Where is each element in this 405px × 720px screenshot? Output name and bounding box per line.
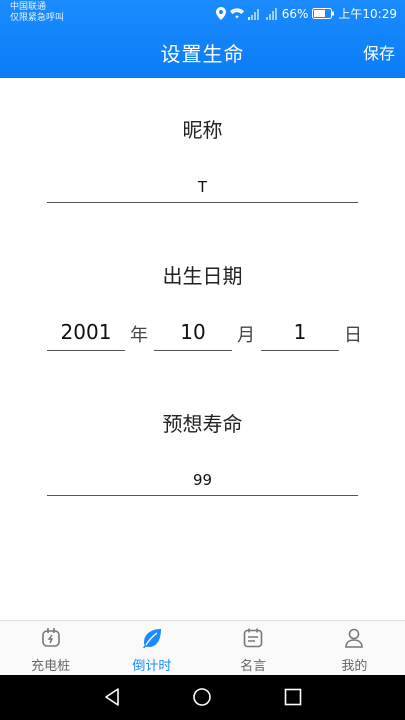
- birth-month-input[interactable]: 10: [154, 318, 232, 351]
- month-unit: 月: [237, 325, 255, 346]
- status-icons: 66% 上午10:29: [215, 5, 397, 22]
- location-icon: [215, 7, 226, 20]
- birth-year-input[interactable]: 2001: [47, 318, 125, 351]
- tab-countdown[interactable]: 倒计时: [101, 621, 202, 675]
- leaf-icon: [141, 627, 163, 653]
- calendar-note-icon: [242, 627, 264, 653]
- system-navigation-bar: [0, 675, 405, 720]
- carrier-name: 中国联通: [10, 2, 47, 12]
- carrier-info: 中国联通 仅限紧急呼叫: [10, 2, 64, 24]
- back-icon[interactable]: [102, 687, 122, 711]
- life-settings-form: 昵称 T 出生日期 2001 年 10 月 1 日 预想寿命 99: [0, 78, 405, 620]
- tab-label: 充电桩: [31, 659, 71, 674]
- day-unit: 日: [344, 325, 362, 346]
- save-button[interactable]: 保存: [363, 40, 395, 64]
- lifespan-input[interactable]: 99: [47, 469, 358, 496]
- nickname-input[interactable]: T: [47, 176, 358, 203]
- battery-percent: 66%: [281, 6, 309, 21]
- signal-icon: [247, 8, 262, 20]
- tab-quotes[interactable]: 名言: [203, 621, 304, 675]
- clock: 上午10:29: [338, 7, 397, 21]
- tab-mine[interactable]: 我的: [304, 621, 405, 675]
- nickname-label: 昵称: [182, 118, 223, 142]
- wifi-icon: [229, 8, 244, 19]
- charging-plug-icon: [40, 627, 62, 653]
- status-bar: 中国联通 仅限紧急呼叫 66% 上午10:29: [0, 0, 405, 26]
- emergency-only-text: 仅限紧急呼叫: [10, 13, 65, 23]
- page-title: 设置生命: [160, 42, 245, 66]
- birth-date-label: 出生日期: [162, 264, 243, 288]
- app-header: 中国联通 仅限紧急呼叫 66% 上午10:29 设置生命 保存: [0, 0, 405, 78]
- tab-label: 我的: [341, 659, 368, 674]
- battery-icon: [312, 8, 335, 19]
- year-unit: 年: [130, 325, 148, 346]
- recent-apps-icon[interactable]: [283, 687, 303, 711]
- tab-charging-pile[interactable]: 充电桩: [0, 621, 101, 675]
- birth-day-input[interactable]: 1: [261, 318, 339, 351]
- lifespan-label: 预想寿命: [162, 412, 243, 436]
- tab-label: 名言: [240, 659, 267, 674]
- bottom-tab-bar: 充电桩 倒计时 名言 我的: [0, 620, 405, 675]
- tab-label: 倒计时: [132, 659, 172, 674]
- signal-2-icon: [265, 7, 278, 20]
- person-icon: [343, 627, 365, 653]
- home-icon[interactable]: [192, 687, 212, 711]
